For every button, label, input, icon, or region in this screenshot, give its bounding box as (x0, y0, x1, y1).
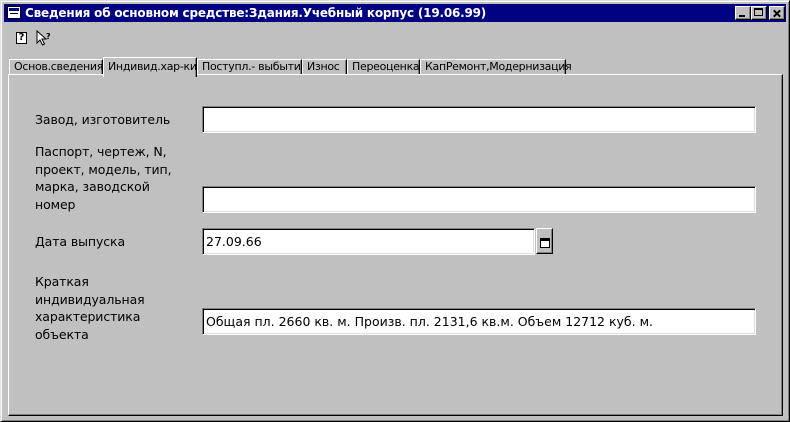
close-button[interactable] (769, 6, 785, 20)
tab-capital-repair[interactable]: КапРемонт,Модернизация (420, 59, 572, 75)
release-date-input[interactable]: 27.09.66 (202, 228, 535, 255)
description-label-line: индивидуальная (35, 291, 145, 307)
description-label-line: Краткая (35, 274, 89, 289)
calendar-icon (540, 238, 550, 248)
tab-acquisition-disposal[interactable]: Поступл.- выбытие (197, 59, 307, 75)
manufacturer-input[interactable] (202, 106, 756, 133)
individual-characteristics-panel: Завод, изготовитель Паспорт, чертеж, N, … (8, 74, 783, 416)
description-input[interactable]: Общая пл. 2660 кв. м. Произв. пл. 2131,6… (202, 308, 756, 335)
calendar-button[interactable] (536, 228, 553, 254)
toolbar: ? ? (4, 24, 786, 52)
svg-text:?: ? (46, 32, 51, 41)
tab-depreciation[interactable]: Износ (302, 59, 347, 75)
maximize-button[interactable] (751, 6, 767, 20)
title-bar[interactable]: Сведения об основном средстве:Здания.Уче… (4, 4, 786, 22)
passport-input[interactable] (202, 186, 756, 213)
help-button[interactable]: ? (14, 28, 32, 48)
minimize-button[interactable] (735, 6, 751, 20)
manufacturer-label: Завод, изготовитель (35, 112, 171, 127)
tab-main-info[interactable]: Основ.сведения (9, 59, 103, 75)
help-question-icon: ? (16, 32, 27, 44)
description-label-line: объекта (35, 326, 89, 342)
description-label: Краткая индивидуальная характеристика об… (35, 273, 145, 343)
tab-individual-characteristics[interactable]: Индивид.хар-ки (103, 57, 197, 77)
description-label-line: характеристика (35, 309, 141, 324)
whats-this-button[interactable]: ? (35, 28, 53, 48)
window-title: Сведения об основном средстве:Здания.Уче… (25, 6, 487, 20)
release-date-label: Дата выпуска (35, 234, 126, 249)
whats-this-pointer-icon: ? (36, 30, 51, 46)
passport-label-line: номер (35, 196, 76, 212)
tab-revaluation[interactable]: Переоценка (347, 59, 420, 75)
passport-label-line: Паспорт, чертеж, N, (35, 144, 167, 159)
passport-label: Паспорт, чертеж, N, проект, модель, тип,… (35, 143, 172, 213)
passport-label-line: марка, заводской (35, 179, 150, 194)
passport-label-line: проект, модель, тип, (35, 161, 172, 177)
app-window-icon[interactable] (7, 6, 21, 19)
property-details-window: Сведения об основном средстве:Здания.Уче… (0, 0, 790, 422)
